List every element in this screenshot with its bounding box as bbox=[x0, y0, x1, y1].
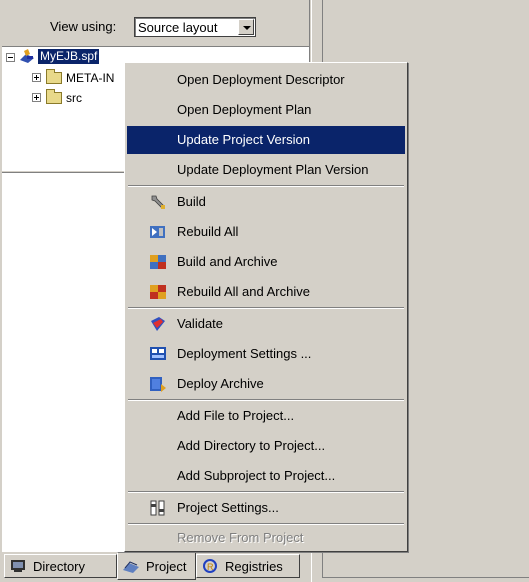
project-icon bbox=[123, 561, 139, 573]
view-using-label: View using: bbox=[50, 19, 117, 34]
menu-item-add-subproject[interactable]: Add Subproject to Project... bbox=[127, 462, 405, 490]
view-using-selected: Source layout bbox=[138, 20, 218, 35]
tab-directory[interactable]: Directory bbox=[4, 554, 117, 578]
menu-item-build-and-archive[interactable]: Build and Archive bbox=[127, 248, 405, 276]
menu-item-label: Open Deployment Descriptor bbox=[177, 72, 345, 87]
tab-project-label: Project bbox=[146, 558, 187, 574]
menu-item-label: Rebuild All and Archive bbox=[177, 284, 310, 299]
rebuild-all-icon bbox=[150, 226, 165, 238]
menu-item-label: Build and Archive bbox=[177, 254, 278, 269]
tab-project[interactable]: Project bbox=[117, 552, 196, 580]
project-settings-icon bbox=[150, 500, 165, 516]
menu-separator bbox=[128, 185, 404, 187]
validate-icon bbox=[151, 317, 165, 331]
menu-item-label: Remove From Project bbox=[177, 530, 304, 545]
chevron-down-icon[interactable] bbox=[238, 19, 254, 35]
menu-item-label: Add File to Project... bbox=[177, 408, 295, 423]
menu-item-update-project-version[interactable]: Update Project Version bbox=[127, 126, 405, 154]
menu-item-label: Open Deployment Plan bbox=[177, 102, 312, 117]
project-file-icon bbox=[20, 49, 34, 63]
directory-icon bbox=[11, 560, 25, 572]
expand-icon[interactable] bbox=[32, 93, 41, 102]
menu-item-open-deployment-descriptor[interactable]: Open Deployment Descriptor bbox=[127, 66, 405, 94]
menu-item-label: Update Deployment Plan Version bbox=[177, 162, 369, 177]
menu-item-project-settings[interactable]: Project Settings... bbox=[127, 494, 405, 522]
svg-text:R: R bbox=[207, 562, 214, 572]
menu-item-rebuild-all-and-archive[interactable]: Rebuild All and Archive bbox=[127, 278, 405, 306]
menu-item-add-file[interactable]: Add File to Project... bbox=[127, 402, 405, 430]
menu-item-deploy-archive[interactable]: Deploy Archive bbox=[127, 370, 405, 398]
menu-separator bbox=[128, 307, 404, 309]
context-menu: Open Deployment Descriptor Open Deployme… bbox=[124, 62, 408, 552]
menu-item-validate[interactable]: Validate bbox=[127, 310, 405, 338]
menu-item-build[interactable]: Build bbox=[127, 188, 405, 216]
menu-item-label: Update Project Version bbox=[177, 132, 310, 147]
menu-item-deployment-settings[interactable]: Deployment Settings ... bbox=[127, 340, 405, 368]
rebuild-archive-icon bbox=[150, 285, 166, 299]
menu-item-label: Validate bbox=[177, 316, 224, 331]
menu-item-open-deployment-plan[interactable]: Open Deployment Plan bbox=[127, 96, 405, 124]
view-using-dropdown[interactable]: Source layout bbox=[134, 17, 256, 37]
menu-separator bbox=[128, 491, 404, 493]
menu-item-add-directory[interactable]: Add Directory to Project... bbox=[127, 432, 405, 460]
menu-item-label: Rebuild All bbox=[177, 224, 239, 239]
wrench-icon bbox=[151, 195, 165, 209]
menu-item-label: Build bbox=[177, 194, 206, 209]
tab-registries-label: Registries bbox=[225, 558, 283, 574]
menu-separator bbox=[128, 399, 404, 401]
folder-icon bbox=[46, 89, 62, 104]
deployment-settings-icon bbox=[150, 347, 166, 360]
registries-icon: R bbox=[203, 559, 217, 573]
panel-tabs: Directory Project R Registries bbox=[0, 552, 310, 582]
menu-item-label: Project Settings... bbox=[177, 500, 279, 515]
menu-item-remove-from-project: Remove From Project bbox=[127, 524, 405, 552]
menu-item-update-deployment-plan-version[interactable]: Update Deployment Plan Version bbox=[127, 156, 405, 184]
menu-item-label: Add Subproject to Project... bbox=[177, 468, 336, 483]
folder-icon bbox=[46, 69, 62, 84]
tree-item-label: src bbox=[66, 91, 82, 105]
tab-registries[interactable]: R Registries bbox=[196, 554, 300, 578]
deploy-archive-icon bbox=[150, 377, 166, 392]
expand-icon[interactable] bbox=[32, 73, 41, 82]
tree-item-label: META-IN bbox=[66, 71, 115, 85]
tab-directory-label: Directory bbox=[33, 558, 86, 574]
collapse-icon[interactable] bbox=[6, 53, 15, 62]
build-archive-icon bbox=[150, 255, 166, 269]
menu-item-rebuild-all[interactable]: Rebuild All bbox=[127, 218, 405, 246]
menu-item-label: Deployment Settings ... bbox=[177, 346, 312, 361]
menu-item-label: Add Directory to Project... bbox=[177, 438, 326, 453]
menu-item-label: Deploy Archive bbox=[177, 376, 264, 391]
tree-root-label: MyEJB.spf bbox=[38, 49, 100, 64]
